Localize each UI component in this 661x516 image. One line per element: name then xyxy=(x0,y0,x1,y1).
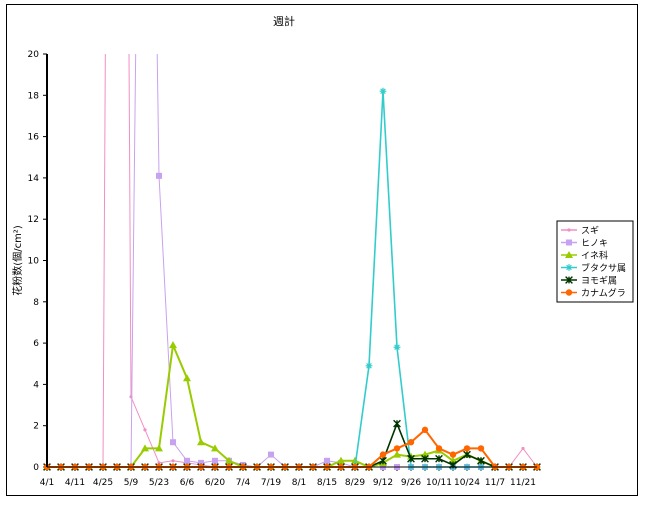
series-5 xyxy=(43,419,541,471)
y-tick-label: 20 xyxy=(28,50,40,60)
data-point xyxy=(521,446,525,451)
data-point xyxy=(393,419,401,428)
y-tick-label: 0 xyxy=(33,463,39,473)
data-point xyxy=(170,439,176,446)
x-tick-label: 5/23 xyxy=(149,478,169,488)
x-tick-label: 8/29 xyxy=(345,478,365,488)
data-point xyxy=(183,374,191,382)
x-tick-label: 11/21 xyxy=(510,478,536,488)
data-point xyxy=(393,343,401,351)
series-4 xyxy=(43,87,541,471)
legend-label: スギ xyxy=(581,226,599,237)
series-1 xyxy=(45,54,539,469)
data-point xyxy=(393,445,401,452)
data-point xyxy=(171,459,175,463)
legend-marker xyxy=(565,289,573,296)
data-point xyxy=(156,172,162,179)
x-tick-label: 10/11 xyxy=(426,478,452,488)
data-point xyxy=(477,445,485,452)
x-tick-label: 11/7 xyxy=(485,478,505,488)
chart-title: 週計 xyxy=(273,14,295,28)
y-tick-label: 8 xyxy=(33,298,39,308)
data-point xyxy=(169,341,177,349)
y-tick-label: 10 xyxy=(28,257,40,267)
x-tick-label: 8/15 xyxy=(317,478,337,488)
y-tick-label: 6 xyxy=(33,339,39,349)
legend-marker xyxy=(567,228,571,232)
data-point xyxy=(324,457,330,464)
series-line xyxy=(47,54,537,468)
legend-label: ヨモギ属 xyxy=(581,276,617,287)
line-chart: 週計花粉数(個/cm²) 0 2 4 6 8 10 12 14 16 18 20 4/1 4/11 4/25… xyxy=(11,14,634,488)
x-tick-label: 4/1 xyxy=(40,478,54,488)
y-tick-label: 2 xyxy=(33,422,39,432)
data-point xyxy=(421,426,429,434)
y-axis-label: 花粉数(個/cm²) xyxy=(11,225,24,296)
legend-marker xyxy=(566,239,572,246)
x-tick-label: 10/24 xyxy=(454,478,480,488)
legend: スギヒノキイネ科ブタクサ属ヨモギ属カナムグラ xyxy=(556,220,634,303)
y-tick-label: 18 xyxy=(28,91,40,101)
legend-label: イネ科 xyxy=(581,250,608,262)
data-point xyxy=(407,439,415,446)
x-tick-label: 9/12 xyxy=(373,478,393,488)
data-point xyxy=(379,451,387,458)
legend-marker xyxy=(565,264,573,271)
x-tick-label: 4/11 xyxy=(65,478,85,488)
data-point xyxy=(184,457,190,464)
x-tick-label: 4/25 xyxy=(93,478,113,488)
data-point xyxy=(449,451,457,458)
series-2 xyxy=(44,54,540,470)
y-tick-label: 12 xyxy=(28,215,39,225)
data-point xyxy=(435,445,443,452)
series-line xyxy=(47,341,537,469)
chart-area: 週計花粉数(個/cm²) 0 2 4 6 8 10 12 14 16 18 20 4/1 4/11 4/25… xyxy=(6,4,638,496)
y-tick-label: 14 xyxy=(28,174,40,184)
series-line xyxy=(47,91,537,468)
x-tick-label: 6/6 xyxy=(180,478,195,488)
series-line xyxy=(47,54,538,468)
data-point xyxy=(212,457,218,464)
legend-label: ブタクサ属 xyxy=(581,262,626,274)
x-tick-label: 9/26 xyxy=(401,478,421,488)
series-line xyxy=(47,421,537,468)
data-point xyxy=(365,362,373,370)
x-tick-label: 6/20 xyxy=(205,478,225,488)
data-point xyxy=(379,87,387,95)
x-tick-label: 7/19 xyxy=(261,478,281,488)
y-tick-label: 16 xyxy=(28,133,40,143)
legend-label: ヒノキ xyxy=(581,238,608,249)
data-point xyxy=(143,428,147,432)
legend-label: カナムグラ xyxy=(581,287,626,299)
series-6 xyxy=(43,426,541,471)
x-tick-label: 8/1 xyxy=(292,478,306,488)
data-point xyxy=(463,445,471,452)
y-tick-label: 4 xyxy=(33,380,39,390)
data-point xyxy=(197,438,205,446)
series-line xyxy=(47,428,537,468)
x-tick-label: 7/4 xyxy=(236,478,251,488)
x-tick-label: 5/9 xyxy=(124,478,139,488)
data-point xyxy=(268,451,274,458)
